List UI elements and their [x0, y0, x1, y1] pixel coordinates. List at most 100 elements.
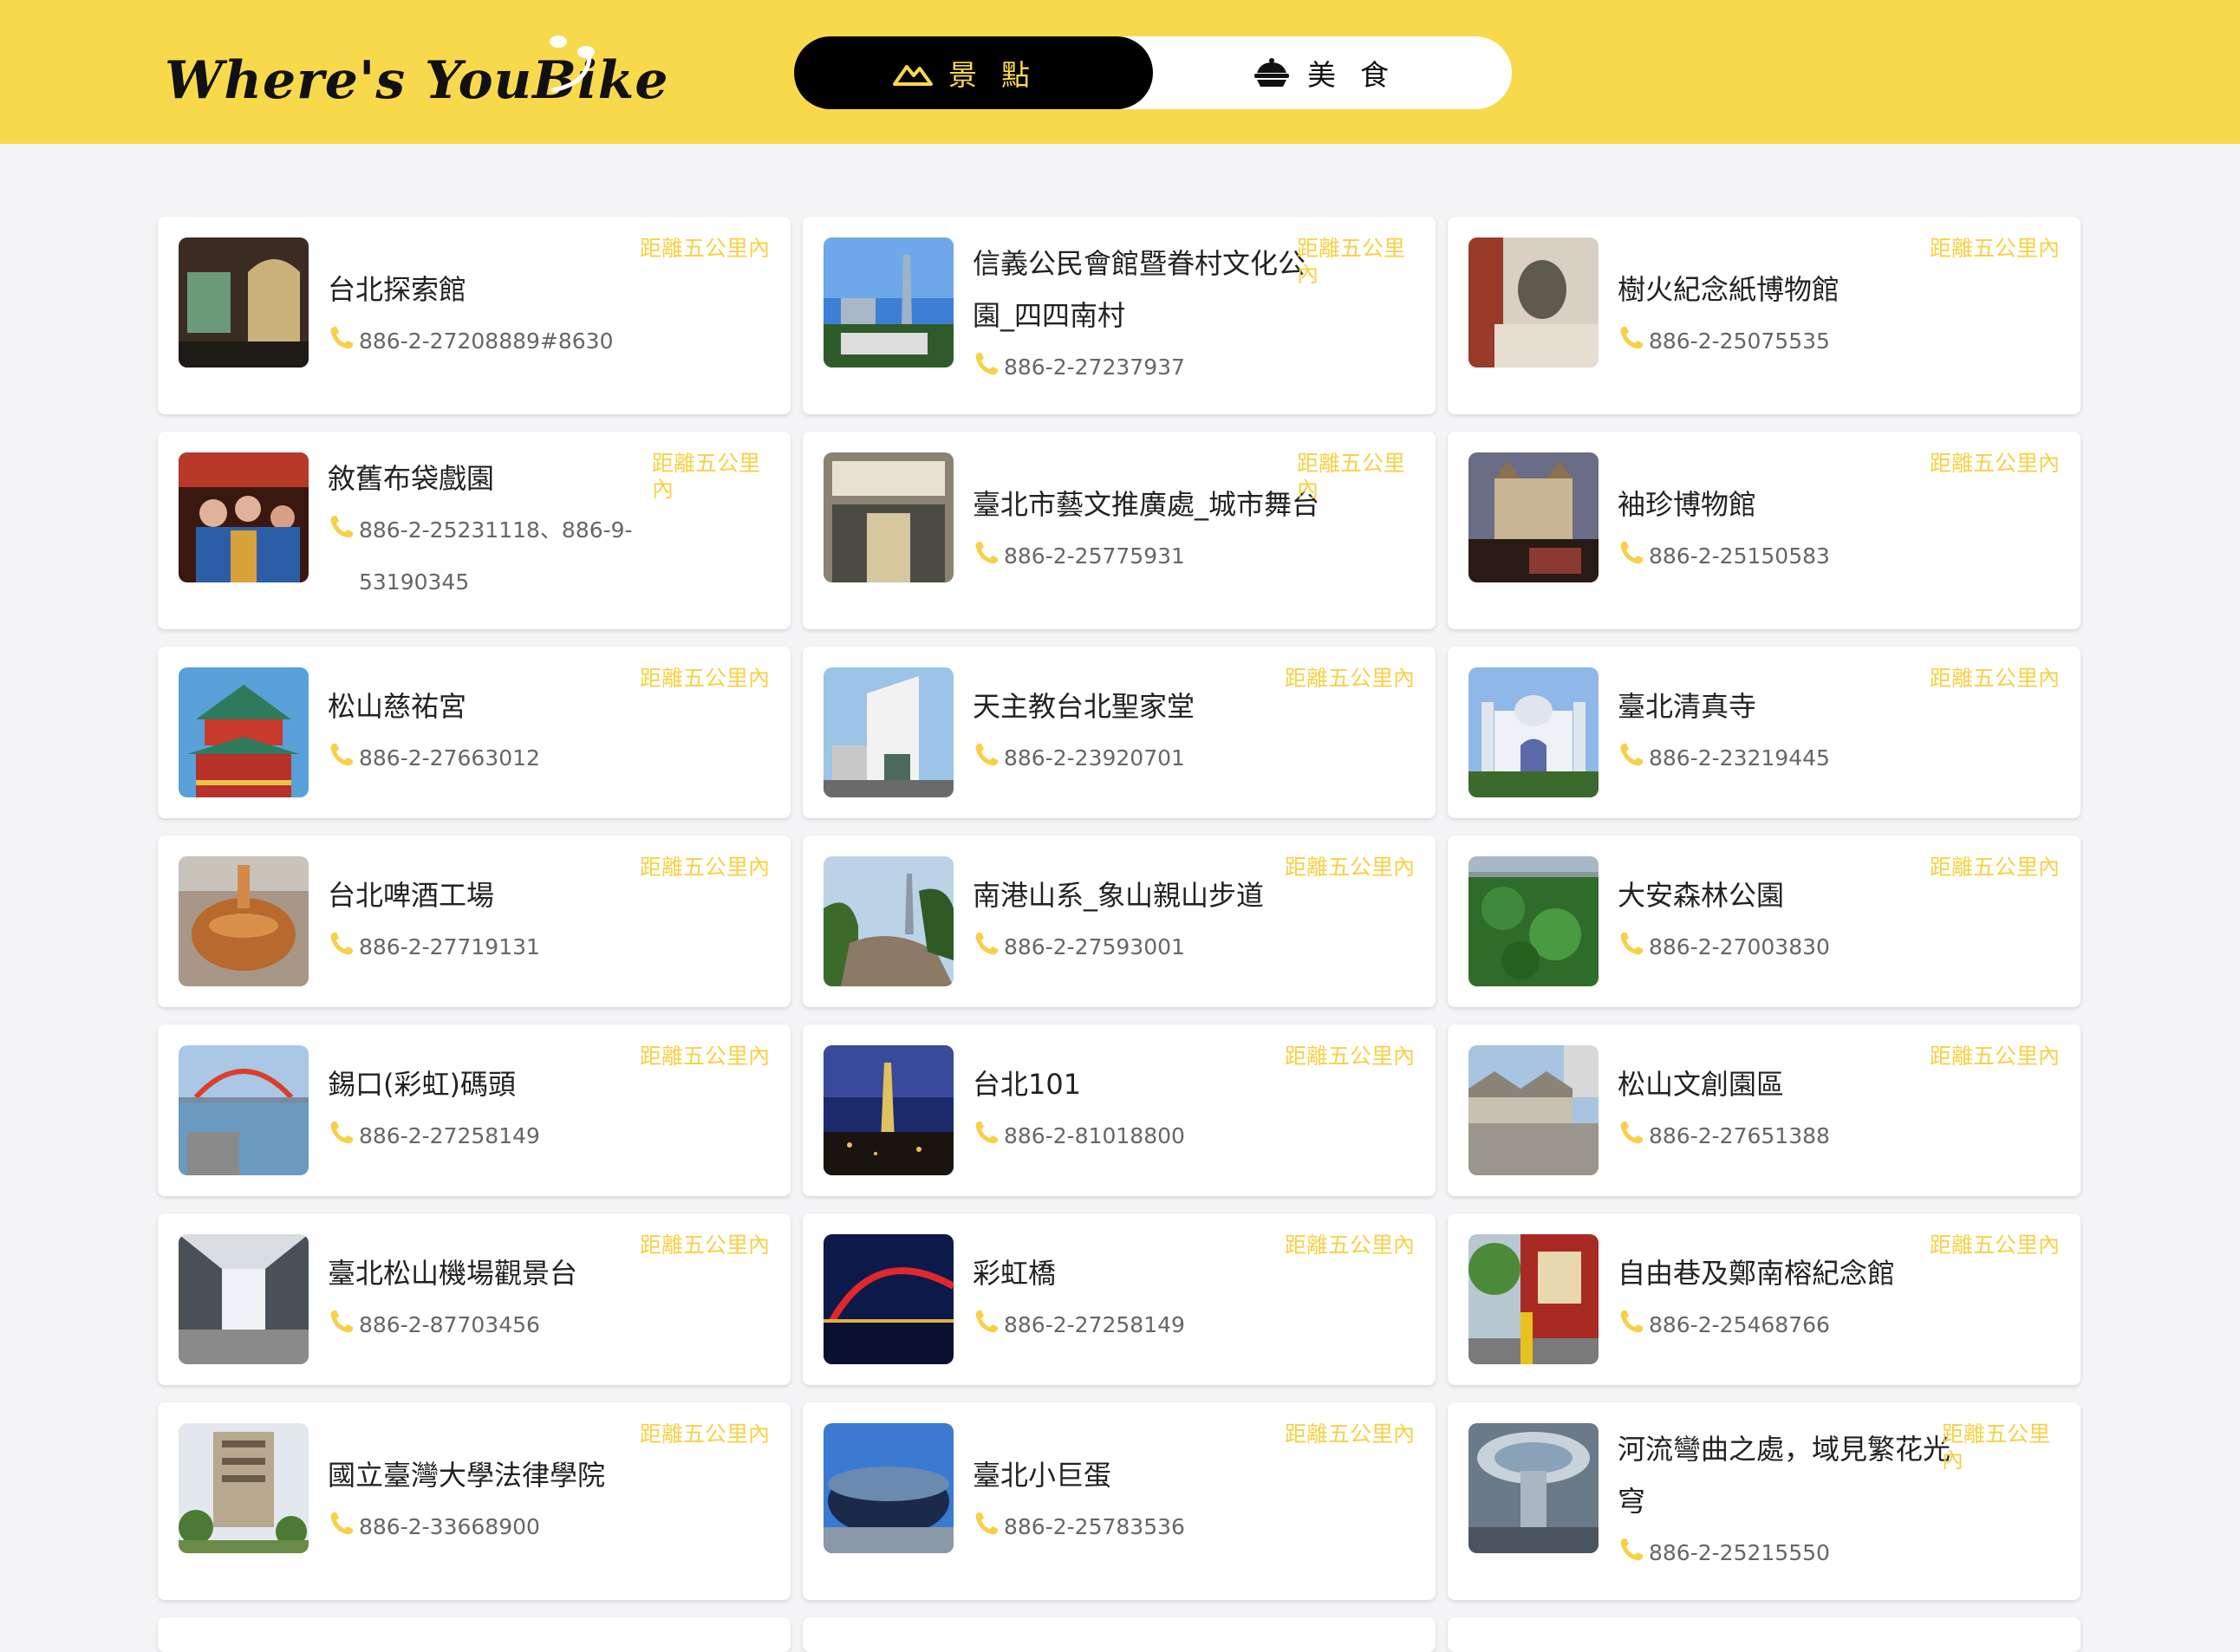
phone-row: 886-2-27593001: [973, 921, 1319, 973]
attraction-thumbnail: [824, 452, 954, 582]
attraction-phone: 886-2-27719131: [359, 934, 540, 959]
phone-icon: [1620, 1311, 1643, 1333]
phone-icon: [975, 353, 998, 375]
attraction-phone: 886-2-87703456: [359, 1312, 540, 1337]
attraction-thumbnail: [824, 1045, 954, 1175]
attraction-name: 樹火紀念紙博物館: [1618, 273, 1840, 306]
attraction-thumbnail: [824, 1234, 954, 1364]
distance-badge: 距離五公里內: [652, 451, 761, 502]
attraction-card[interactable]: 松山文創園區 886-2-27651388 距離五公里內: [1448, 1024, 2080, 1196]
attraction-name: 松山慈祐宮: [328, 690, 467, 723]
attraction-phone: 886-2-27237937: [1004, 354, 1185, 380]
attraction-name: 臺北松山機場觀景台: [328, 1257, 578, 1290]
attraction-card[interactable]: 南港山系_象山親山步道 886-2-27593001 距離五公里內: [803, 836, 1436, 1007]
attraction-name: 大安森林公園: [1618, 879, 1785, 912]
attraction-phone: 886-2-27651388: [1649, 1123, 1830, 1148]
distance-badge: 距離五公里內: [639, 1232, 770, 1258]
attraction-grid: 台北探索館 886-2-27208889#8630 距離五公里內 信義公民會館暨眷村文…: [158, 217, 2082, 1600]
attraction-phone: 886-2-27208889#8630: [359, 328, 614, 354]
attraction-thumbnail: [824, 237, 954, 367]
tab-sights[interactable]: 景點: [794, 36, 1153, 109]
attraction-phone: 886-2-23219445: [1649, 745, 1830, 771]
phone-icon: [975, 744, 998, 766]
attraction-phone: 886-2-25150583: [1649, 543, 1830, 569]
phone-row: 886-2-33668900: [328, 1501, 674, 1553]
distance-badge: 距離五公里內: [1284, 855, 1415, 880]
phone-row: 886-2-27258149: [328, 1110, 674, 1162]
attraction-thumbnail: [179, 856, 309, 986]
phone-row: 886-2-27663012: [328, 732, 674, 784]
attraction-thumbnail: [1468, 1045, 1599, 1175]
attraction-thumbnail: [1468, 452, 1599, 582]
attraction-card[interactable]: 彩虹橋 886-2-27258149 距離五公里內: [803, 1213, 1436, 1385]
attraction-card[interactable]: 臺北松山機場觀景台 886-2-87703456 距離五公里內: [158, 1213, 791, 1385]
attraction-phone: 886-2-25775931: [1004, 543, 1185, 569]
phone-icon: [1620, 933, 1643, 955]
distance-badge: 距離五公里內: [639, 855, 770, 880]
attraction-phone: 886-2-25783536: [1004, 1514, 1185, 1539]
distance-badge: 距離五公里內: [1929, 855, 2060, 880]
attraction-thumbnail: [1468, 237, 1599, 367]
attraction-card[interactable]: 國立臺灣大學法律學院 886-2-33668900 距離五公里內: [158, 1402, 791, 1600]
attraction-card[interactable]: 錫口(彩虹)碼頭 886-2-27258149 距離五公里內: [158, 1024, 791, 1196]
attraction-thumbnail: [1468, 1423, 1599, 1553]
attraction-name: 國立臺灣大學法律學院: [328, 1459, 606, 1492]
phone-icon: [330, 327, 353, 349]
phone-row: 886-2-23219445: [1618, 732, 1964, 784]
phone-icon: [1620, 542, 1643, 564]
attraction-card[interactable]: 大安森林公園 886-2-27003830 距離五公里內: [1448, 836, 2080, 1007]
attraction-name: 台北啤酒工場: [328, 879, 495, 912]
attraction-name: 南港山系_象山親山步道: [973, 879, 1265, 912]
tab-food[interactable]: 美食: [1153, 36, 1512, 109]
attraction-phone: 886-2-25215550: [1649, 1540, 1830, 1565]
attraction-card[interactable]: 松山慈祐宮 886-2-27663012 距離五公里內: [158, 647, 791, 818]
phone-row: 886-2-25468766: [1618, 1299, 1964, 1351]
attraction-card[interactable]: 敘舊布袋戲園 886-2-25231118、886-9-53190345 距離五公里…: [158, 432, 791, 629]
attraction-card[interactable]: 臺北市藝文推廣處_城市舞台 886-2-25775931 距離五公里內: [803, 432, 1436, 629]
distance-badge: 距離五公里內: [1297, 451, 1406, 502]
logo[interactable]: Where's YouBike: [165, 33, 668, 120]
attraction-phone: 886-2-27258149: [359, 1123, 540, 1148]
attraction-card[interactable]: 臺北小巨蛋 886-2-25783536 距離五公里內: [803, 1402, 1436, 1600]
attraction-name: 天主教台北聖家堂: [973, 690, 1195, 723]
attraction-card[interactable]: 台北啤酒工場 886-2-27719131 距離五公里內: [158, 836, 791, 1007]
attraction-name: 臺北清真寺: [1618, 690, 1757, 723]
attraction-thumbnail: [179, 1234, 309, 1364]
phone-icon: [330, 516, 353, 538]
attraction-card[interactable]: 台北101 886-2-81018800 距離五公里內: [803, 1024, 1436, 1196]
attraction-phone: 886-2-25231118、886-9-53190345: [359, 517, 633, 595]
attraction-card[interactable]: 天主教台北聖家堂 886-2-23920701 距離五公里內: [803, 647, 1436, 818]
phone-icon: [1620, 744, 1643, 766]
phone-row: 886-2-27003830: [1618, 921, 1964, 973]
attraction-name: 信義公民會館暨眷村文化公園_四四南村: [973, 247, 1306, 332]
attraction-thumbnail: [824, 667, 954, 797]
attraction-card[interactable]: 信義公民會館暨眷村文化公園_四四南村 886-2-27237937 距離五公里內: [803, 217, 1436, 414]
tab-sights-label: 景點: [948, 58, 1054, 92]
attraction-card[interactable]: 台北探索館 886-2-27208889#8630 距離五公里內: [158, 217, 791, 414]
distance-badge: 距離五公里內: [1942, 1421, 2051, 1473]
distance-badge: 距離五公里內: [639, 1044, 770, 1069]
attraction-card[interactable]: 自由巷及鄭南榕紀念館 886-2-25468766 距離五公里內: [1448, 1213, 2080, 1385]
attraction-phone: 886-2-27003830: [1649, 934, 1830, 959]
attraction-card[interactable]: 河流彎曲之處，域見繁花光穹 886-2-25215550 距離五公里內: [1448, 1402, 2080, 1600]
attraction-card[interactable]: 袖珍博物館 886-2-25150583 距離五公里內: [1448, 432, 2080, 629]
phone-row: 886-2-27208889#8630: [328, 315, 674, 367]
distance-badge: 距離五公里內: [639, 236, 770, 261]
phone-icon: [1620, 1538, 1643, 1561]
phone-icon: [1620, 1122, 1643, 1144]
attraction-name: 袖珍博物館: [1618, 488, 1757, 521]
phone-row: 886-2-81018800: [973, 1110, 1319, 1162]
attraction-name: 自由巷及鄭南榕紀念館: [1618, 1257, 1896, 1290]
phone-icon: [330, 1311, 353, 1333]
phone-row: 886-2-87703456: [328, 1299, 674, 1351]
distance-badge: 距離五公里內: [1297, 236, 1406, 287]
attraction-name: 臺北市藝文推廣處_城市舞台: [973, 488, 1320, 521]
distance-badge: 距離五公里內: [1929, 236, 2060, 261]
mountain-icon: [893, 65, 933, 86]
attraction-card[interactable]: 臺北清真寺 886-2-23219445 距離五公里內: [1448, 647, 2080, 818]
phone-row: 886-2-25775931: [973, 530, 1319, 582]
phone-row: 886-2-27719131: [328, 921, 674, 973]
card-peek: [1448, 1617, 2080, 1652]
phone-icon: [330, 744, 353, 766]
attraction-card[interactable]: 樹火紀念紙博物館 886-2-25075535 距離五公里內: [1448, 217, 2080, 414]
